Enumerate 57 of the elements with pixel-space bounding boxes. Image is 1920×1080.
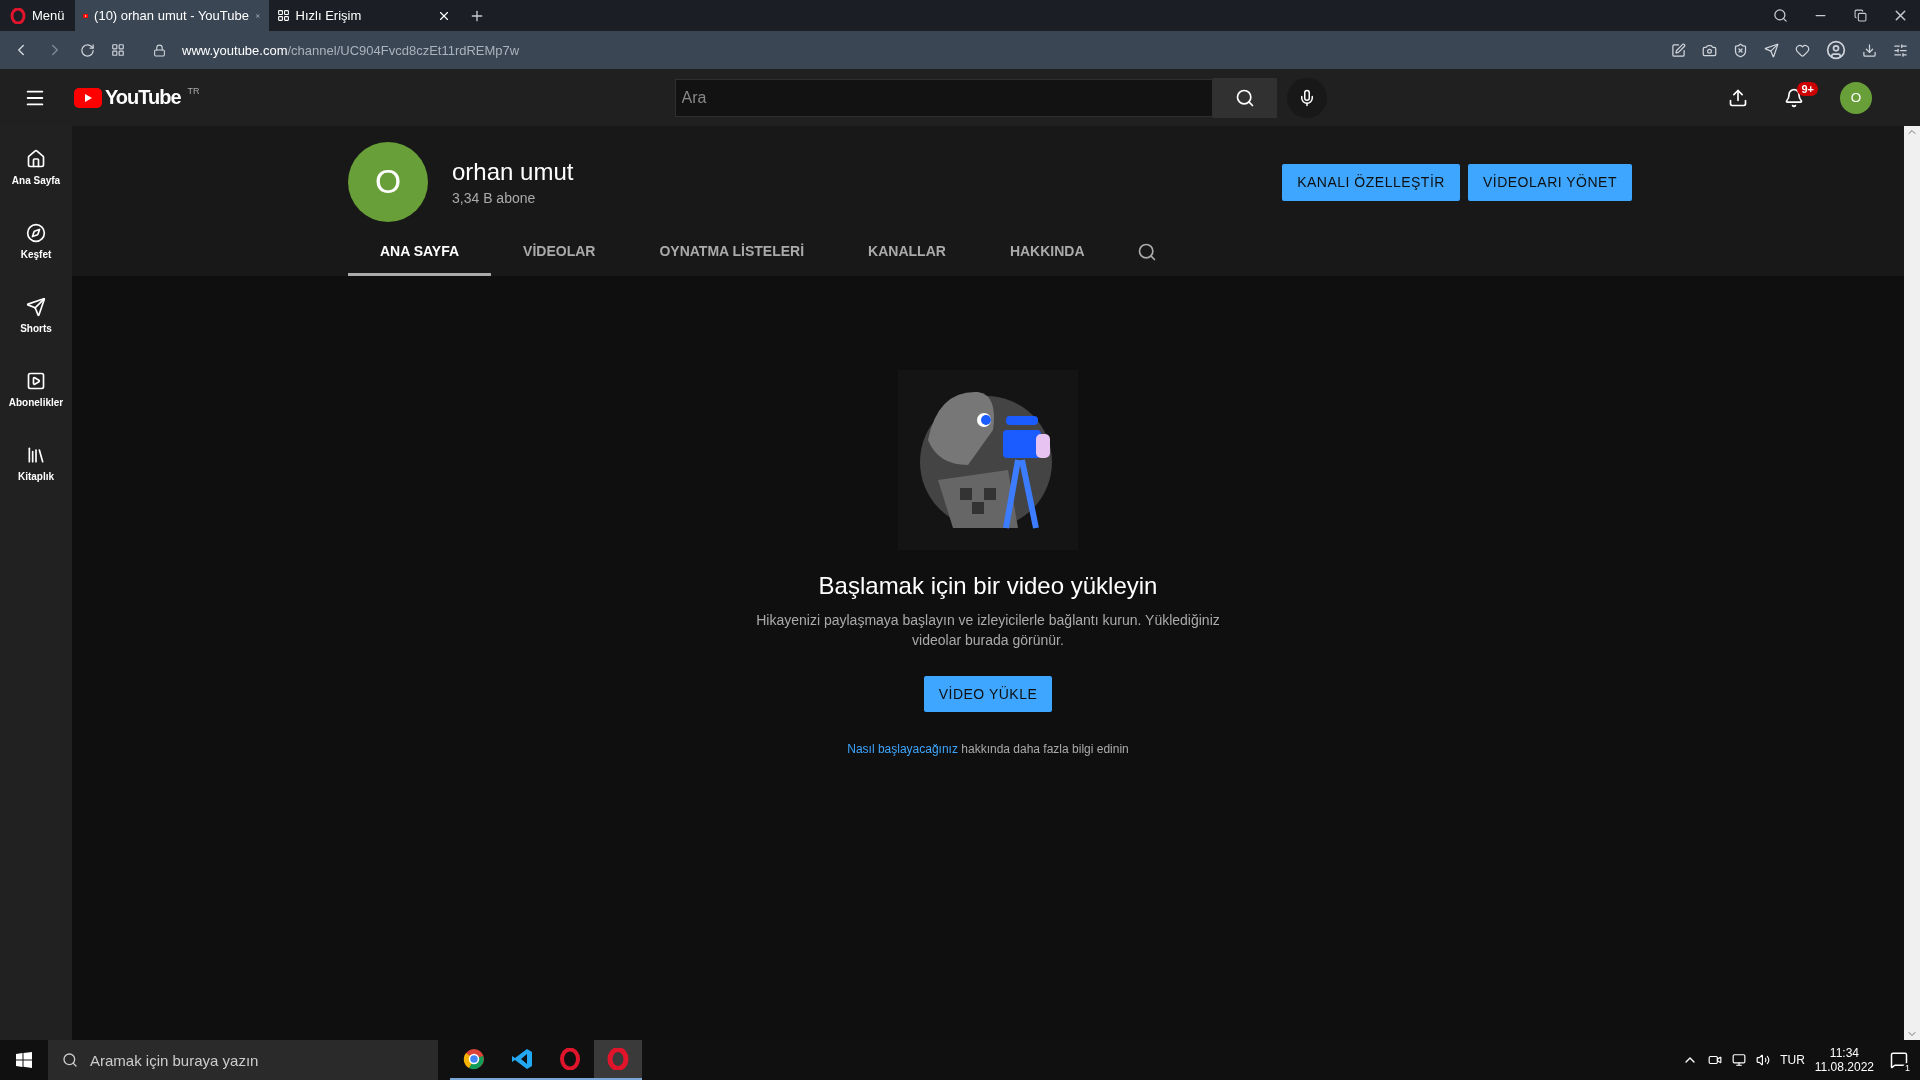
send-icon[interactable] <box>1764 42 1779 58</box>
menu-button[interactable]: Menü <box>0 0 75 31</box>
bell-icon[interactable] <box>1784 87 1804 108</box>
camera-icon[interactable] <box>1708 1053 1723 1067</box>
channel-avatar: O <box>348 142 428 222</box>
empty-description: Hikayenizi paylaşmaya başlayın ve izleyicilerle bağlantı kurun. Yüklediğiniz videolar burada görünür. <box>755 611 1221 650</box>
upload-video-button[interactable]: VİDEO YÜKLE <box>923 676 1053 712</box>
shield-icon[interactable] <box>1733 42 1748 58</box>
search-button[interactable] <box>1212 77 1277 118</box>
notification-badge: 9+ <box>1797 81 1818 96</box>
browser-tab[interactable]: (10) orhan umut - YouTube <box>74 0 269 31</box>
tabs-grid-icon[interactable] <box>111 43 125 57</box>
channel-button[interactable]: KANALI ÖZELLEŞTİR <box>1282 163 1460 201</box>
sidebar-item[interactable]: Abonelikler <box>0 352 72 426</box>
language-indicator[interactable]: TUR <box>1780 1053 1805 1067</box>
opera-logo-icon <box>10 7 26 24</box>
channel-tab[interactable]: KANALLAR <box>836 228 978 276</box>
sidebar-item[interactable]: Keşfet <box>0 204 72 278</box>
heart-icon[interactable] <box>1795 42 1810 58</box>
upload-icon[interactable] <box>1728 87 1748 108</box>
subscriber-count: 3,34 B abone <box>452 190 537 206</box>
reload-icon[interactable] <box>80 42 95 58</box>
youtube-logo[interactable]: YouTube TR <box>74 86 200 109</box>
channel-tab[interactable]: HAKKINDA <box>977 228 1117 276</box>
home-icon <box>26 148 46 169</box>
tab-title: (10) orhan umut - YouTube <box>94 8 249 23</box>
search-icon[interactable] <box>1136 242 1157 262</box>
help-text: Nasıl başlayacağınız hakkında daha fazla bilgi edinin <box>847 742 1129 756</box>
taskbar-search-field[interactable]: Aramak için buraya yazın <box>48 1040 438 1080</box>
help-link[interactable]: Nasıl başlayacağınız <box>847 742 958 756</box>
channel-tab[interactable]: OYNATMA LİSTELERİ <box>627 228 837 276</box>
grid-icon <box>276 9 290 22</box>
search-icon <box>1234 87 1255 108</box>
camera-icon[interactable] <box>1702 42 1717 58</box>
settings-icon[interactable] <box>1893 42 1908 58</box>
search-icon <box>62 1052 78 1068</box>
search-field[interactable]: Ara <box>674 78 1213 117</box>
compass-icon <box>26 222 46 243</box>
opera-app-icon[interactable] <box>594 1040 642 1080</box>
empty-title: Başlamak için bir video yükleyin <box>818 572 1158 600</box>
clock[interactable]: 11:34 11.08.2022 <box>1814 1046 1874 1074</box>
edit-icon[interactable] <box>1671 42 1686 58</box>
subscriptions-icon <box>26 370 46 391</box>
notifications-button[interactable]: 1 <box>1890 1051 1908 1069</box>
sidebar-item[interactable]: Ana Sayfa <box>0 130 72 204</box>
browser-tab[interactable]: Hızlı Erişim <box>268 0 459 31</box>
channel-button[interactable]: VİDEOLARI YÖNET <box>1467 163 1632 201</box>
sidebar-item[interactable]: Kitaplık <box>0 426 72 500</box>
address-field[interactable]: www.youtube.com/channel/UC904Fvcd8czEt11rdREMp7w <box>182 42 520 58</box>
profile-icon[interactable] <box>1826 40 1846 60</box>
lock-icon <box>153 43 166 57</box>
download-icon[interactable] <box>1862 42 1877 58</box>
volume-icon[interactable] <box>1756 1053 1771 1067</box>
sidebar-item[interactable]: Shorts <box>0 278 72 352</box>
tab-title: Hızlı Erişim <box>295 8 363 23</box>
channel-name: orhan umut <box>452 158 575 186</box>
channel-tab[interactable]: VİDEOLAR <box>491 228 628 276</box>
